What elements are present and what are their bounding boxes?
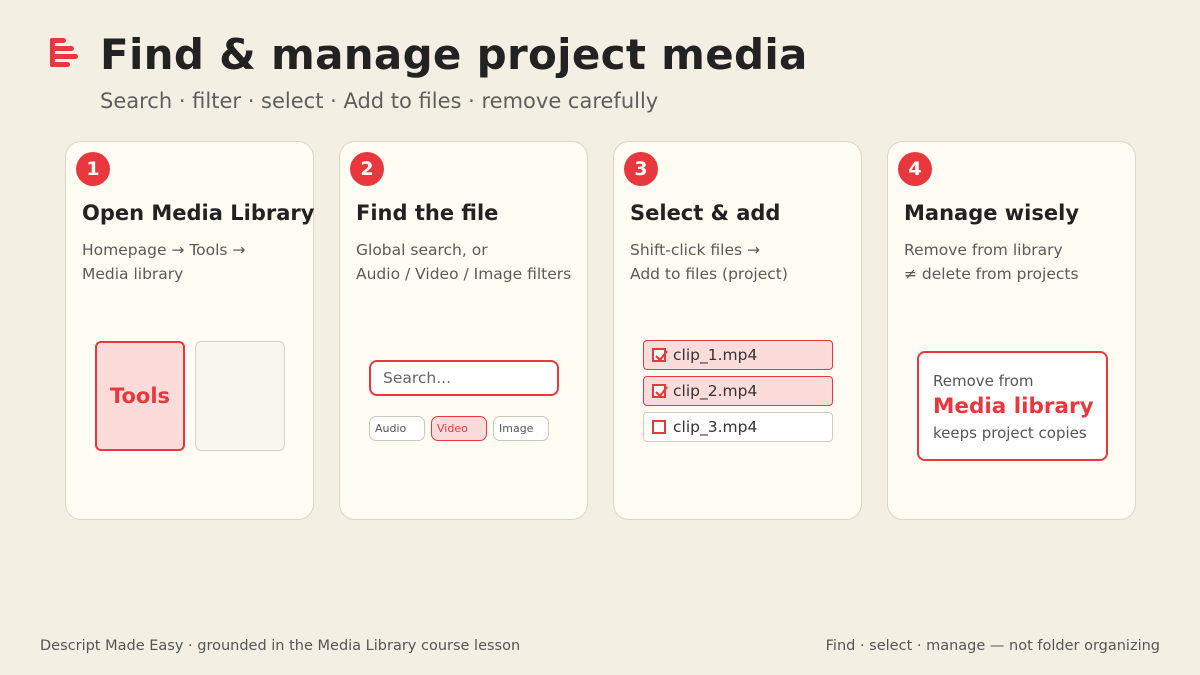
step-description-line: Homepage → Tools → bbox=[82, 241, 246, 259]
step-card-3: 3 Select & add Shift-click files → Add t… bbox=[613, 141, 862, 520]
file-name: clip_3.mp4 bbox=[673, 418, 758, 436]
step-number-badge: 2 bbox=[350, 152, 384, 186]
filter-chip-image[interactable]: Image bbox=[493, 416, 549, 441]
step-description: Homepage → Tools → Media library bbox=[82, 238, 245, 286]
step-description: Remove from library ≠ delete from projec… bbox=[904, 238, 1079, 286]
step-title: Select & add bbox=[630, 201, 781, 225]
step-description-line: Audio / Video / Image filters bbox=[356, 265, 572, 283]
step-number-badge: 3 bbox=[624, 152, 658, 186]
step-number-badge: 4 bbox=[898, 152, 932, 186]
callout-line: Remove from bbox=[933, 372, 1034, 390]
slide: Find & manage project media Search · fil… bbox=[0, 0, 1200, 675]
step-description-line: Global search, or bbox=[356, 241, 488, 259]
step-number-badge: 1 bbox=[76, 152, 110, 186]
filter-chip-video[interactable]: Video bbox=[431, 416, 487, 441]
step-title: Manage wisely bbox=[904, 201, 1080, 225]
step-title: Find the file bbox=[356, 201, 499, 225]
step-card-2: 2 Find the file Global search, or Audio … bbox=[339, 141, 588, 520]
checked-checkbox-icon[interactable] bbox=[652, 384, 668, 398]
step-description: Global search, or Audio / Video / Image … bbox=[356, 238, 571, 286]
file-row[interactable]: clip_2.mp4 bbox=[643, 376, 833, 406]
callout-line: keeps project copies bbox=[933, 424, 1087, 442]
step-description-line: Add to files (project) bbox=[630, 265, 788, 283]
callout-highlight: Media library bbox=[933, 394, 1094, 419]
file-name: clip_1.mp4 bbox=[673, 346, 758, 364]
step-description-line: Media library bbox=[82, 265, 184, 283]
page-title: Find & manage project media bbox=[100, 30, 808, 79]
checked-checkbox-icon[interactable] bbox=[652, 348, 668, 362]
step-description-line: Remove from library bbox=[904, 241, 1063, 259]
step-description-line: Shift-click files → bbox=[630, 241, 760, 259]
tools-tile[interactable]: Tools bbox=[95, 341, 185, 451]
step-card-1: 1 Open Media Library Homepage → Tools → … bbox=[65, 141, 314, 520]
file-row[interactable]: clip_1.mp4 bbox=[643, 340, 833, 370]
unchecked-checkbox-icon[interactable] bbox=[652, 420, 666, 434]
footer-left: Descript Made Easy · grounded in the Med… bbox=[40, 638, 521, 654]
step-card-4: 4 Manage wisely Remove from library ≠ de… bbox=[887, 141, 1136, 520]
file-name: clip_2.mp4 bbox=[673, 382, 758, 400]
footer-right: Find · select · manage — not folder orga… bbox=[825, 638, 1160, 654]
empty-tile bbox=[195, 341, 285, 451]
step-description: Shift-click files → Add to files (projec… bbox=[630, 238, 788, 286]
file-row[interactable]: clip_3.mp4 bbox=[643, 412, 833, 442]
descript-logo-icon bbox=[50, 38, 78, 67]
filter-chip-audio[interactable]: Audio bbox=[369, 416, 425, 441]
remove-from-library-callout: Remove from Media library keeps project … bbox=[917, 351, 1108, 461]
step-description-line: ≠ delete from projects bbox=[904, 265, 1079, 283]
search-input[interactable]: Search... bbox=[369, 360, 559, 396]
step-title: Open Media Library bbox=[82, 201, 315, 225]
page-subtitle: Search · filter · select · Add to files … bbox=[100, 89, 659, 113]
